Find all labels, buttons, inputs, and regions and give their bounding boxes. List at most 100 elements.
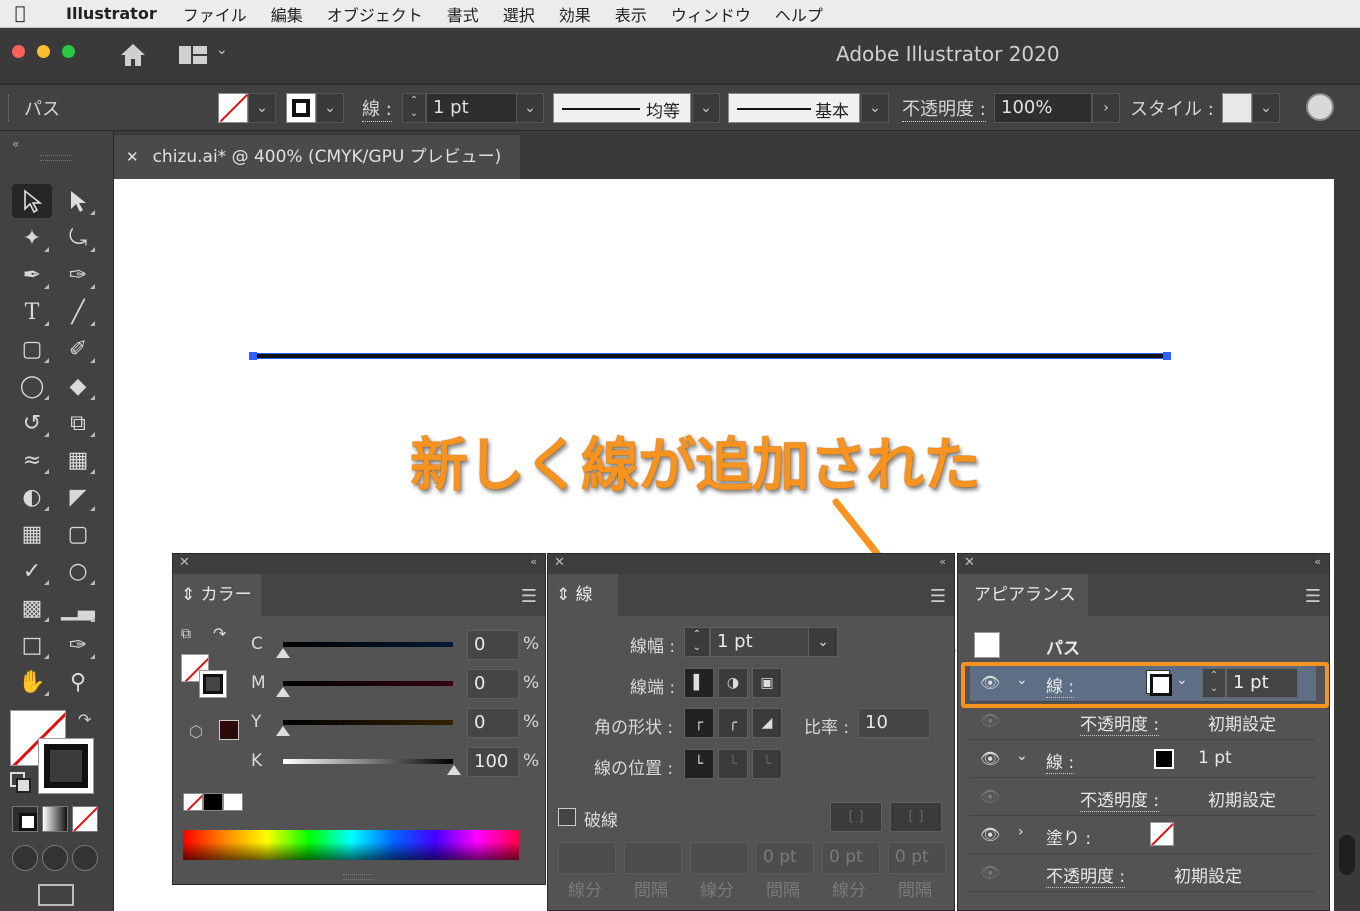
stroke-swatch[interactable]	[286, 93, 316, 123]
graph-tool-icon[interactable]: ▁▃	[58, 591, 98, 625]
stroke-weight-dropdown[interactable]: ⌄	[808, 627, 838, 657]
menu-view[interactable]: 表示	[603, 2, 659, 26]
type-tool-icon[interactable]: T	[12, 295, 52, 329]
slice-tool-icon[interactable]: ✑	[58, 628, 98, 662]
rotate-tool-icon[interactable]: ↺	[12, 406, 52, 440]
m-slider[interactable]	[283, 681, 453, 686]
width-profile-dropdown[interactable]: ⌄	[692, 93, 720, 123]
opacity-attr-label[interactable]: 不透明度 :	[1046, 862, 1126, 888]
resize-grip[interactable]	[343, 874, 373, 880]
panel-stroke-swatch[interactable]	[199, 670, 227, 698]
graphic-style-dropdown[interactable]: ⌄	[1252, 93, 1280, 123]
zoom-tool-icon[interactable]: ⚲	[58, 665, 98, 699]
black-chip[interactable]	[203, 793, 223, 811]
tab-stroke[interactable]: ⇕ 線	[548, 574, 618, 616]
menu-help[interactable]: ヘルプ	[763, 2, 835, 26]
k-input[interactable]: 100	[467, 747, 519, 777]
toolbar-grip[interactable]	[40, 155, 72, 161]
apple-icon[interactable]: 	[0, 3, 40, 24]
swap-colors-icon[interactable]: ↷	[213, 624, 226, 643]
paintbrush-tool-icon[interactable]: ✐	[58, 332, 98, 366]
opacity-label[interactable]: 不透明度 :	[902, 95, 986, 122]
dashed-line-checkbox[interactable]	[558, 808, 576, 826]
appearance-opacity-row[interactable]: 👁 不透明度 : 初期設定	[970, 778, 1316, 816]
menu-window[interactable]: ウィンドウ	[659, 2, 763, 26]
miter-join-icon[interactable]: ┌	[684, 708, 714, 738]
draw-behind-icon[interactable]	[42, 845, 68, 871]
panel-menu-icon[interactable]: ☰	[930, 586, 946, 607]
document-tab[interactable]: ✕ chizu.ai* @ 400% (CMYK/GPU プレビュー)	[114, 135, 520, 179]
m-input[interactable]: 0	[467, 669, 519, 699]
artboard-tool-icon[interactable]: □	[12, 628, 52, 662]
shaper-tool-icon[interactable]: ◯	[12, 369, 52, 403]
appearance-object-row[interactable]: パス	[970, 626, 1316, 664]
align-dash-icon[interactable]: [ ]	[890, 802, 942, 832]
panel-menu-icon[interactable]: ☰	[1305, 586, 1321, 607]
close-icon[interactable]: ✕	[964, 555, 975, 570]
selected-path[interactable]	[251, 353, 1169, 359]
collapse-icon[interactable]: «	[530, 555, 537, 568]
align-inside-icon[interactable]: └	[718, 749, 748, 779]
grip-handle[interactable]	[8, 95, 11, 121]
panel-menu-icon[interactable]: ☰	[521, 586, 537, 607]
eye-icon[interactable]: 👁	[980, 787, 1002, 807]
align-center-icon[interactable]: └	[684, 749, 714, 779]
stroke-attr-label[interactable]: 線 :	[1046, 748, 1075, 774]
chevron-down-icon[interactable]: ⌄	[216, 42, 228, 58]
fill-attr-label[interactable]: 塗り :	[1046, 824, 1091, 849]
preserve-dash-icon[interactable]: [ ]	[830, 802, 882, 832]
gap-1-field[interactable]	[624, 842, 682, 874]
close-window-button[interactable]	[12, 45, 25, 58]
stroke-weight-stepper[interactable]: ⌃ ⌄	[402, 93, 426, 123]
round-join-icon[interactable]: ╭	[718, 708, 748, 738]
anchor-point[interactable]	[1163, 352, 1171, 360]
recolor-artwork-icon[interactable]	[1306, 93, 1334, 121]
scale-tool-icon[interactable]: ⧉	[58, 406, 98, 440]
swap-fill-stroke-icon[interactable]: ↷	[78, 710, 91, 729]
scrollbar-thumb[interactable]	[1339, 835, 1355, 875]
mesh-tool-icon[interactable]: ▦	[12, 517, 52, 551]
stroke-weight-dropdown[interactable]: ⌄	[516, 93, 544, 123]
k-slider[interactable]	[283, 759, 453, 764]
blend-tool-icon[interactable]: ○	[58, 554, 98, 588]
eye-icon[interactable]: 👁	[980, 863, 1002, 883]
close-icon[interactable]: ✕	[126, 148, 139, 166]
curvature-tool-icon[interactable]: ✑	[58, 258, 98, 292]
menu-select[interactable]: 選択	[491, 2, 547, 26]
hand-tool-icon[interactable]: ✋	[12, 665, 52, 699]
menu-file[interactable]: ファイル	[171, 2, 259, 26]
c-slider[interactable]	[283, 642, 453, 647]
gradient-tool-icon[interactable]: ▢	[58, 517, 98, 551]
default-colors-icon[interactable]: ⧉	[181, 626, 191, 642]
home-icon[interactable]	[118, 40, 148, 70]
menu-app[interactable]: Illustrator	[40, 4, 171, 23]
direct-selection-tool-icon[interactable]	[58, 184, 98, 218]
menu-object[interactable]: オブジェクト	[315, 2, 435, 26]
brush-definition-select[interactable]: 基本	[728, 93, 860, 123]
y-input[interactable]: 0	[467, 708, 519, 738]
menu-effect[interactable]: 効果	[547, 2, 603, 26]
shape-builder-tool-icon[interactable]: ◐	[12, 480, 52, 514]
c-input[interactable]: 0	[467, 630, 519, 660]
dash-2-field[interactable]	[690, 842, 748, 874]
fill-color-swatch[interactable]	[1150, 822, 1174, 846]
gap-2-field[interactable]: 0 pt	[756, 842, 814, 874]
dash-3-field[interactable]: 0 pt	[822, 842, 880, 874]
draw-normal-icon[interactable]	[12, 845, 38, 871]
collapse-icon[interactable]: «	[12, 137, 19, 151]
warp-tool-icon[interactable]: ≈	[12, 443, 52, 477]
eye-icon[interactable]: 👁	[980, 749, 1002, 769]
anchor-point[interactable]	[249, 352, 257, 360]
bevel-join-icon[interactable]: ◢	[752, 708, 782, 738]
draw-inside-icon[interactable]	[72, 845, 98, 871]
stroke-weight-stepper[interactable]: ⌃ ⌄	[684, 627, 710, 657]
stroke-color-swatch[interactable]	[1154, 749, 1174, 769]
collapse-icon[interactable]: «	[1314, 555, 1321, 568]
collapse-icon[interactable]: «	[939, 555, 946, 568]
tab-color[interactable]: ⇕ カラー	[173, 574, 261, 616]
magic-wand-tool-icon[interactable]: ✦	[12, 221, 52, 255]
width-profile-select[interactable]: 均等	[553, 93, 691, 123]
menu-edit[interactable]: 編集	[259, 2, 315, 26]
close-icon[interactable]: ✕	[179, 555, 190, 570]
brush-definition-dropdown[interactable]: ⌄	[861, 93, 889, 123]
